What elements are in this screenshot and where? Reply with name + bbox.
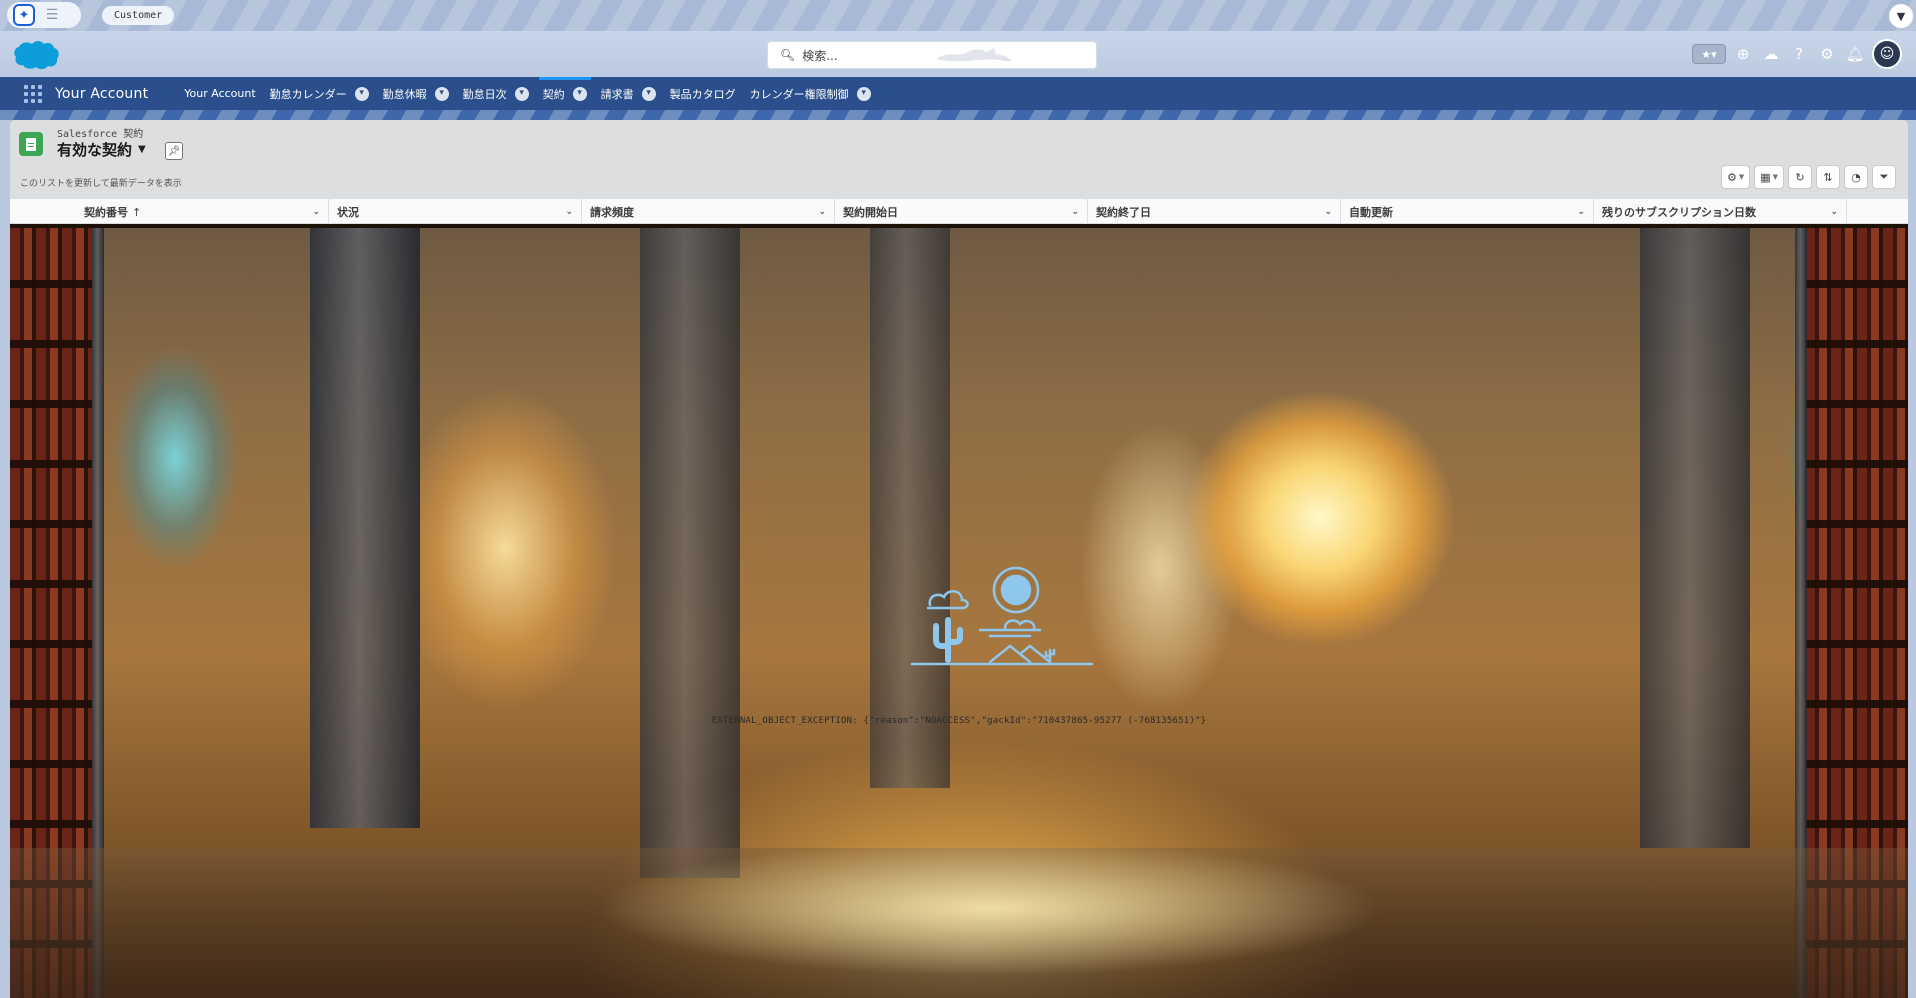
app-name: Your Account [55,85,149,102]
nav-item-label: Your Account [184,87,256,100]
salesforce-logo[interactable] [12,39,60,71]
chevron-down-icon[interactable]: ⌄ [1577,207,1585,217]
sort-icon: ⇅ [1823,170,1833,184]
nav-item-label: 勤怠休暇 [382,87,427,101]
header-utility-icons: ★▾ ⊕ ☁ ? ⚙ 🔔︎ ☺ [1692,39,1902,69]
pin-button[interactable]: 📌︎ [165,142,183,160]
nav-item-label: 請求書 [600,87,634,101]
nav-item-label: カレンダー権限制御 [749,87,849,101]
nav-item-attendance-calendar[interactable]: 勤怠カレンダー ▾ [264,77,375,110]
column-header-auto-renew[interactable]: 自動更新 ⌄ [1341,199,1594,224]
app-navigation: Your Account Your Account 勤怠カレンダー ▾ 勤怠休暇… [0,77,1916,110]
object-breadcrumb: Salesforce 契約 [57,129,144,140]
table-header-row: 契約番号 ↑ ⌄ 状況 ⌄ 請求頻度 ⌄ 契約開始日 ⌄ 契約終了日 ⌄ 自動更新… [10,198,1908,224]
help-icon[interactable]: ? [1788,42,1810,66]
list-view-header: Salesforce 契約 有効な契約 ▼ 📌︎ このリストを更新して最新データ… [10,120,1908,198]
chevron-down-icon[interactable]: ▾ [354,86,369,101]
avatar[interactable]: ☺ [1872,39,1902,69]
chevron-down-icon[interactable]: ⌄ [1071,207,1079,217]
column-label: 状況 [337,205,359,219]
mascot-watermark [936,48,1012,62]
list-view-toolbar: ⚙ ▼ ▦ ▼ ↻ ⇅ ◔ ⏷ [1720,165,1896,189]
table-icon: ▦ [1760,170,1771,184]
charts-button[interactable]: ◔ [1844,165,1868,189]
column-header-end-date[interactable]: 契約終了日 ⌄ [1088,199,1341,224]
list-settings-button[interactable]: ⚙ ▼ [1720,165,1751,189]
filter-button[interactable]: ⏷ [1872,165,1896,189]
chevron-down-icon[interactable]: ⌄ [565,207,573,217]
chevron-down-icon[interactable]: ▾ [856,86,871,101]
column-label: 自動更新 [1349,205,1393,219]
bell-icon[interactable]: 🔔︎ [1844,42,1866,66]
error-message: EXTERNAL_OBJECT_EXCEPTION: {"reason":"NO… [711,716,1207,726]
chart-icon: ◔ [1851,170,1861,184]
settings-icon[interactable]: ⚙ [1816,42,1838,66]
chevron-down-icon[interactable]: ▼ [1889,4,1913,28]
column-header-contract-number[interactable]: 契約番号 ↑ ⌄ [76,199,329,224]
tab-customer[interactable]: Customer [102,6,175,25]
display-as-button[interactable]: ▦ ▼ [1754,165,1784,189]
app-launcher-pill[interactable]: ✦ ☰ [7,2,81,28]
filter-icon: ⏷ [1879,170,1889,183]
sort-ascending-icon: ↑ [132,205,142,219]
nav-item-attendance-daily[interactable]: 勤怠日次 ▾ [457,77,535,110]
list-icon[interactable]: ☰ [41,4,63,26]
list-view-picker[interactable]: 有効な契約 ▼ [57,139,146,160]
cloud-icon[interactable]: ☁ [1760,42,1782,66]
chevron-down-icon: ▼ [1772,173,1778,181]
nav-item-calendar-permissions[interactable]: カレンダー権限制御 ▾ [744,77,877,110]
column-label: 残りのサブスクリプション日数 [1602,205,1756,219]
chevron-down-icon[interactable]: ▾ [514,86,529,101]
nav-item-label: 勤怠日次 [462,87,507,101]
column-label: 契約開始日 [843,205,898,219]
column-header-billing-frequency[interactable]: 請求頻度 ⌄ [582,199,835,224]
favorites-icon[interactable]: ★▾ [1692,44,1726,64]
nav-decor-strip [0,110,1916,120]
column-label: 請求頻度 [590,205,634,219]
refresh-hint: このリストを更新して最新データを表示 [20,179,182,189]
desert-illustration [910,566,1094,666]
nav-item-product-catalog[interactable]: 製品カタログ [664,77,742,110]
chevron-down-icon[interactable]: ⌄ [1324,207,1332,217]
sparkle-icon[interactable]: ✦ [13,4,35,26]
caret-down-icon[interactable]: ▼ [138,144,146,155]
search-placeholder: 検索... [802,48,838,63]
global-search-input[interactable]: 🔍︎ 検索... [767,41,1097,69]
pin-icon: 📌︎ [167,145,181,157]
chevron-down-icon[interactable]: ⌄ [818,207,826,217]
nav-item-label: 勤怠カレンダー [269,87,347,101]
chevron-down-icon[interactable]: ▾ [572,86,587,101]
global-header: 🔍︎ 検索... ★▾ ⊕ ☁ ? ⚙ 🔔︎ ☺ [0,31,1916,77]
chevron-down-icon[interactable]: ⌄ [312,207,320,217]
row-number-column [10,199,76,223]
chevron-down-icon[interactable]: ▾ [434,86,449,101]
list-view-card: Salesforce 契約 有効な契約 ▼ 📌︎ このリストを更新して最新データ… [10,120,1908,998]
nav-item-invoices[interactable]: 請求書 ▾ [595,77,662,110]
add-icon[interactable]: ⊕ [1732,42,1754,66]
chevron-down-icon[interactable]: ⌄ [1830,207,1838,217]
list-view-title: 有効な契約 [57,141,133,159]
app-launcher-icon[interactable] [23,84,43,104]
chevron-down-icon[interactable]: ▾ [641,86,656,101]
column-label: 契約終了日 [1096,205,1151,219]
salesforce-window: ✦ ☰ Customer ▼ 🔍︎ 検索... ★▾ ⊕ ☁ ? ⚙ 🔔︎ ☺ [0,0,1916,998]
gear-icon: ⚙ [1726,170,1737,184]
sort-button[interactable]: ⇅ [1816,165,1840,189]
search-icon: 🔍︎ [780,48,796,62]
column-label: 契約番号 [84,205,128,219]
column-header-status[interactable]: 状況 ⌄ [329,199,582,224]
tab-strip: ✦ ☰ Customer ▼ [0,0,1916,31]
column-header-start-date[interactable]: 契約開始日 ⌄ [835,199,1088,224]
nav-item-label: 製品カタログ [669,87,736,101]
contract-icon [19,132,43,156]
refresh-button[interactable]: ↻ [1788,165,1812,189]
chevron-down-icon: ▼ [1738,173,1745,181]
column-header-remaining-days[interactable]: 残りのサブスクリプション日数 ⌄ [1594,199,1847,224]
nav-item-your-account[interactable]: Your Account [178,77,261,110]
nav-item-label: 契約 [542,87,565,101]
nav-item-contracts[interactable]: 契約 ▾ [537,77,593,110]
refresh-icon: ↻ [1795,170,1805,184]
nav-item-attendance-leave[interactable]: 勤怠休暇 ▾ [377,77,455,110]
